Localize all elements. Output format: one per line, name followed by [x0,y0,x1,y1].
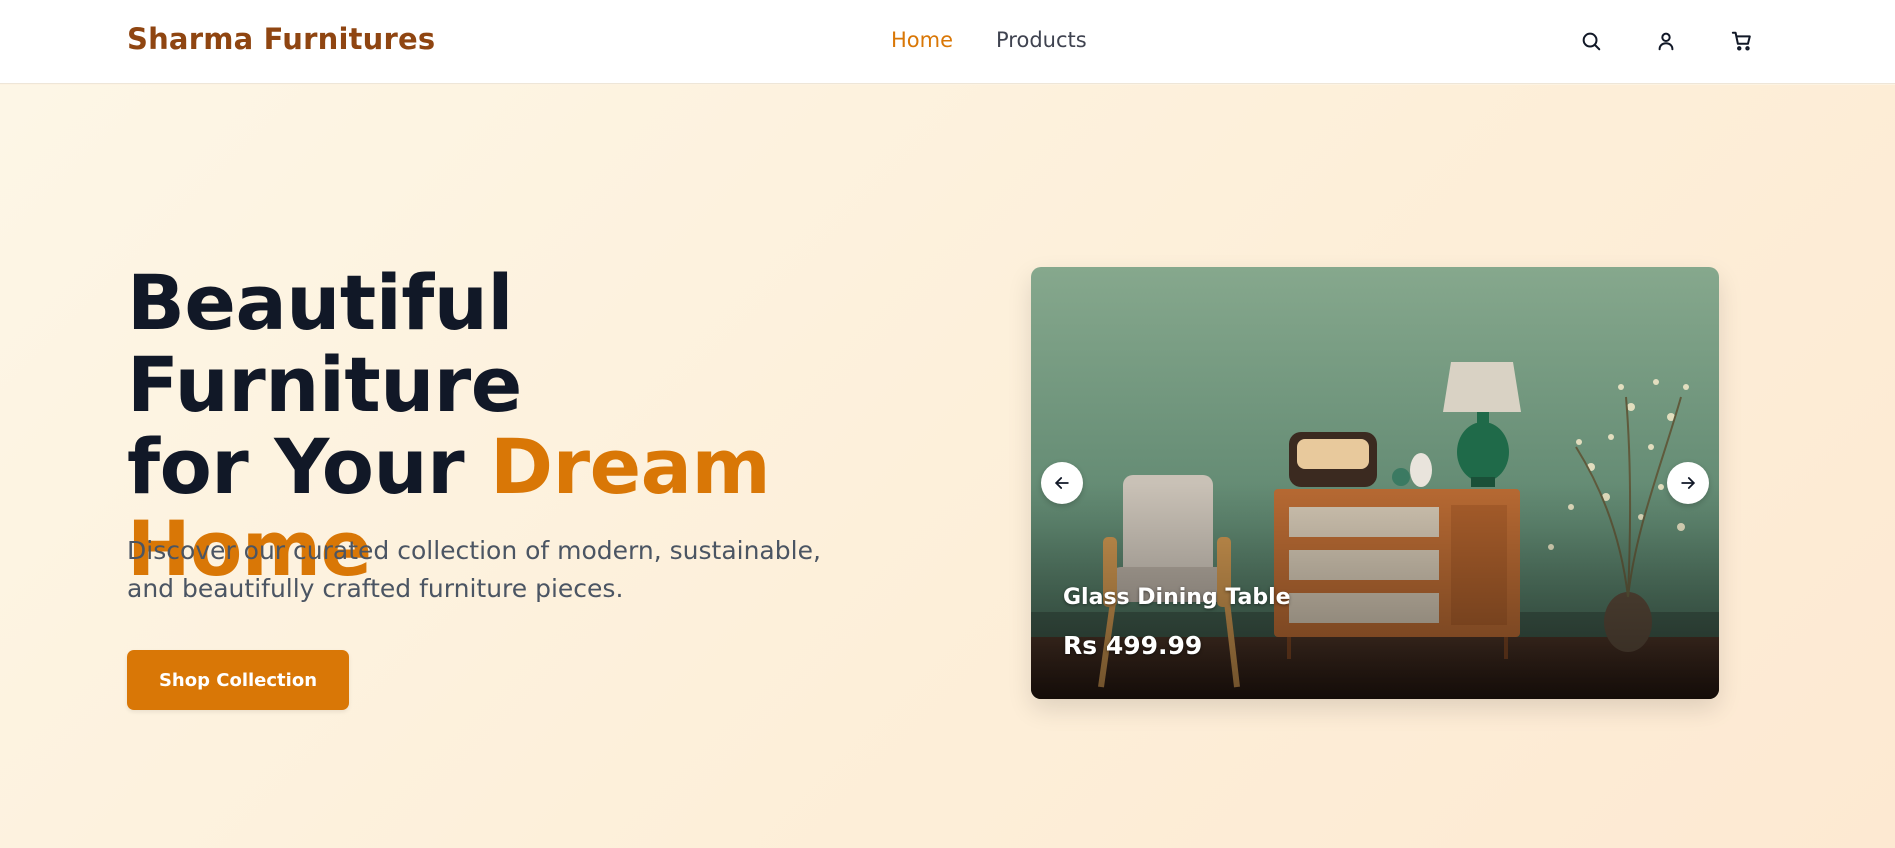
header-actions [0,26,1895,56]
shop-collection-button[interactable]: Shop Collection [127,650,349,710]
cart-icon[interactable] [1727,26,1757,56]
headline-line-1: Beautiful Furniture [127,258,522,429]
product-carousel[interactable]: Glass Dining Table Rs 499.99 [1031,267,1719,699]
search-icon[interactable] [1576,26,1606,56]
slide-price: Rs 499.99 [1063,631,1203,660]
user-icon[interactable] [1651,26,1681,56]
headline-accent-dream: Dream [490,422,771,511]
hero-subtext: Discover our curated collection of moder… [127,536,821,603]
carousel-prev-button[interactable] [1041,462,1083,504]
slide-title: Glass Dining Table [1063,585,1291,610]
carousel-next-button[interactable] [1667,462,1709,504]
arrow-right-icon [1681,477,1695,489]
arrow-left-icon [1055,477,1069,489]
site-header: Sharma Furnitures Home Products [0,0,1895,84]
headline-line-2: for Your [127,422,465,511]
